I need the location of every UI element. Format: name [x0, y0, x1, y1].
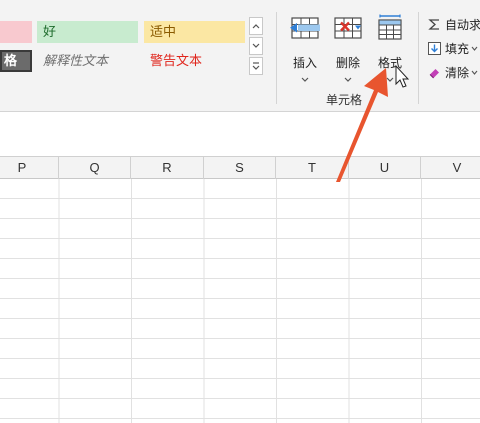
fill-button[interactable]: 填充 [428, 40, 479, 57]
format-cells-label: 格式 [377, 56, 402, 70]
style-good[interactable]: 好 [37, 21, 138, 43]
autosum-button[interactable]: 自动求 [428, 16, 480, 33]
format-cells-button[interactable]: 格式 [370, 14, 410, 82]
sigma-icon [428, 19, 439, 30]
chevron-down-icon [471, 70, 478, 75]
column-header-q[interactable]: Q [59, 157, 131, 179]
delete-cells-button[interactable]: 删除 [328, 14, 368, 82]
ribbon-home: 好 适中 格 解释性文本 警告文本 插入 删除 格式 单元格 自动求 填充 清除 [0, 0, 480, 112]
cell-grid[interactable] [0, 179, 480, 423]
column-headers: P Q R S T U V [0, 156, 480, 179]
gallery-more-button[interactable] [249, 57, 263, 75]
column-header-u[interactable]: U [349, 157, 421, 179]
column-header-p[interactable]: P [0, 157, 59, 179]
gallery-scroll-down-button[interactable] [249, 37, 263, 55]
style-check-cell[interactable]: 格 [0, 50, 32, 72]
sheet-top-area [0, 112, 480, 156]
autosum-label: 自动求 [445, 18, 480, 32]
column-header-v[interactable]: V [421, 157, 480, 179]
style-bad-swatch[interactable] [0, 21, 32, 43]
fill-down-icon [428, 42, 441, 55]
chevron-down-icon [386, 77, 394, 82]
clear-label: 清除 [445, 66, 470, 80]
gallery-expand-icon [252, 62, 260, 70]
chevron-down-icon [301, 77, 309, 82]
column-header-s[interactable]: S [204, 157, 276, 179]
eraser-icon [429, 69, 439, 79]
delete-cells-label: 删除 [335, 56, 360, 70]
gallery-scroll-up-button[interactable] [249, 17, 263, 35]
ribbon-separator [418, 12, 419, 104]
clear-button[interactable]: 清除 [428, 64, 479, 81]
column-header-t[interactable]: T [276, 157, 349, 179]
chevron-down-icon [471, 46, 478, 51]
insert-cells-label: 插入 [292, 56, 317, 70]
ribbon-separator [276, 12, 277, 104]
style-explanatory[interactable]: 解释性文本 [37, 50, 138, 72]
insert-cells-icon [290, 17, 320, 39]
chevron-down-icon [344, 77, 352, 82]
column-header-r[interactable]: R [131, 157, 204, 179]
chevron-up-icon [252, 24, 260, 29]
format-cells-icon [378, 14, 402, 40]
style-warning[interactable]: 警告文本 [144, 50, 245, 72]
insert-cells-button[interactable]: 插入 [285, 14, 325, 82]
fill-label: 填充 [445, 42, 470, 56]
style-neutral[interactable]: 适中 [144, 21, 245, 43]
delete-cells-icon [334, 17, 362, 39]
cells-group-label: 单元格 [326, 93, 363, 107]
chevron-down-icon [252, 43, 260, 48]
